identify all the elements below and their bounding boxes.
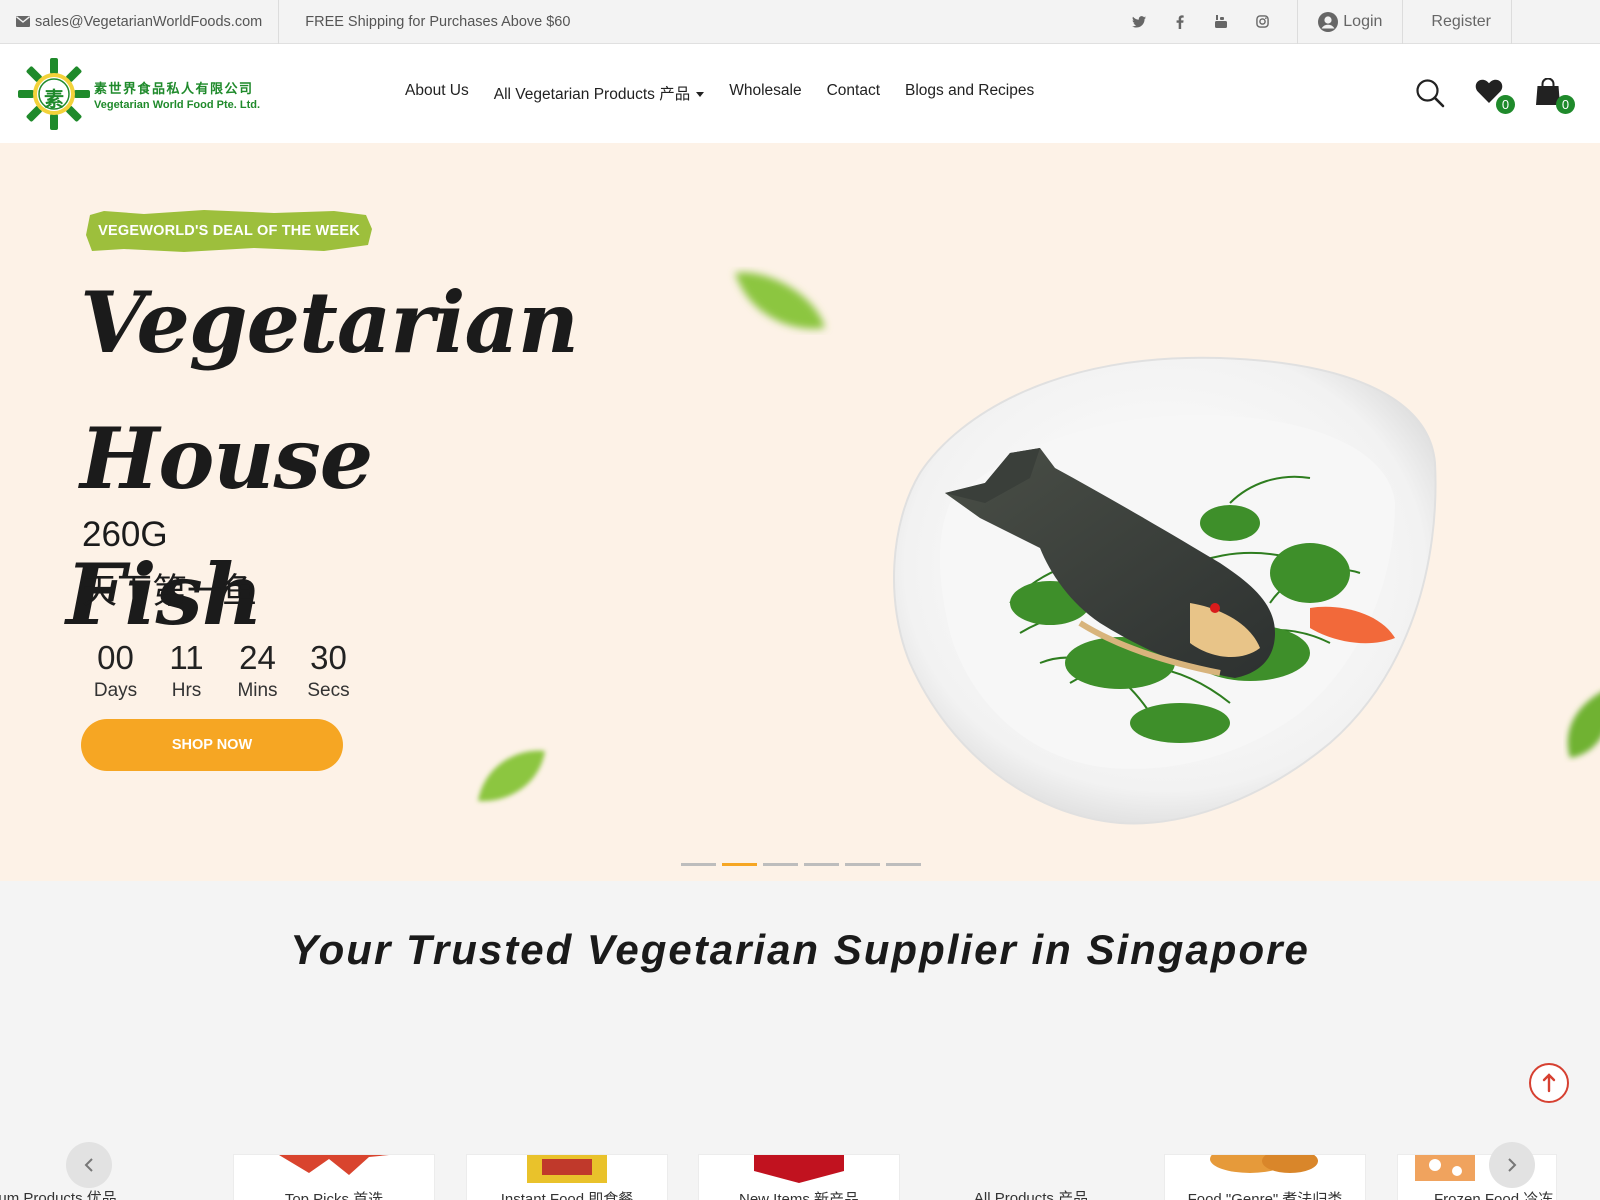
slider-pagination [681, 863, 921, 866]
twitter-icon[interactable] [1130, 13, 1148, 31]
countdown-label: Mins [237, 680, 278, 701]
section-heading: Your Trusted Vegetarian Supplier in Sing… [290, 926, 1310, 973]
facebook-icon[interactable] [1171, 13, 1189, 31]
category-card[interactable]: Top Picks 首选 [233, 1154, 435, 1200]
arrow-up-icon [1542, 1073, 1556, 1093]
slider-dot-4[interactable] [804, 863, 839, 866]
category-thumbnail [1415, 1155, 1476, 1181]
caret-down-icon [696, 92, 705, 98]
category-thumbnail [527, 1155, 607, 1183]
countdown-hours: 11 Hrs [151, 639, 222, 702]
slider-dot-6[interactable] [886, 863, 921, 866]
category-label[interactable]: New Items 新产品 [699, 1188, 899, 1200]
category-label[interactable]: All Products 产品 [930, 1187, 1132, 1200]
countdown-label: Days [93, 680, 138, 701]
leaf-decoration [478, 750, 545, 802]
slider-dot-1[interactable] [681, 863, 716, 866]
register-link[interactable]: Register [1403, 0, 1512, 44]
category-card[interactable]: Instant Food 即食餐 [466, 1154, 668, 1200]
category-label[interactable]: Premium Products 优品 [0, 1187, 139, 1200]
product-weight: 260G [82, 515, 168, 554]
nav-all-products-label[interactable]: All Vegetarian Products 产品 [494, 86, 690, 103]
countdown-label: Hrs [171, 680, 202, 701]
slider-dot-3[interactable] [763, 863, 798, 866]
countdown-label: Secs [307, 680, 350, 701]
category-thumbnail [279, 1155, 389, 1175]
wishlist-button[interactable]: 0 [1475, 78, 1515, 114]
category-thumbnail [1210, 1155, 1318, 1173]
instagram-icon[interactable] [1253, 13, 1271, 31]
countdown-value: 24 [239, 639, 276, 676]
leaf-decoration [735, 272, 825, 329]
category-card[interactable]: New Items 新产品 [698, 1154, 900, 1200]
category-label[interactable]: Frozen Food 冷冻 [1398, 1188, 1556, 1200]
deal-countdown: 00 Days 11 Hrs 24 Mins 30 Secs [80, 639, 364, 702]
category-label[interactable]: Top Picks 首选 [234, 1188, 434, 1200]
slider-dot-2[interactable] [722, 863, 757, 866]
category-label[interactable]: Instant Food 即食餐 [467, 1188, 667, 1200]
wishlist-count-badge: 0 [1496, 95, 1515, 114]
slider-dot-5[interactable] [845, 863, 880, 866]
carousel-next-button[interactable] [1489, 1142, 1535, 1188]
deal-of-week-tag: VEGEWORLD'S DEAL OF THE WEEK [84, 209, 374, 253]
cart-count-badge: 0 [1556, 95, 1575, 114]
chevron-left-icon [84, 1158, 93, 1172]
email-text[interactable]: sales@VegetarianWorldFoods.com [35, 14, 262, 30]
hero-slider: VEGEWORLD'S DEAL OF THE WEEK Vegetarian … [0, 143, 1600, 881]
youtube-icon[interactable] [1212, 13, 1230, 31]
shop-now-button[interactable]: SHOP NOW [81, 719, 343, 771]
search-button[interactable] [1415, 78, 1445, 108]
leaf-decoration [1567, 692, 1600, 758]
countdown-value: 11 [169, 639, 204, 676]
deal-tag-label: VEGEWORLD'S DEAL OF THE WEEK [98, 223, 360, 239]
countdown-seconds: 30 Secs [293, 639, 364, 702]
category-label[interactable]: Food "Genre" 煮法归类 [1165, 1188, 1365, 1200]
carousel-prev-button[interactable] [66, 1142, 112, 1188]
user-icon [1318, 11, 1339, 32]
scroll-to-top-button[interactable] [1529, 1063, 1569, 1103]
nav-wholesale[interactable]: Wholesale [729, 82, 801, 104]
main-nav: About Us All Vegetarian Products 产品 Whol… [405, 82, 1034, 104]
countdown-days: 00 Days [80, 639, 151, 702]
nav-all-products[interactable]: All Vegetarian Products 产品 [494, 82, 705, 104]
shipping-notice: FREE Shipping for Purchases Above $60 [305, 13, 571, 30]
login-label[interactable]: Login [1343, 13, 1382, 31]
category-carousel: Premium Products 优品 Top Picks 首选 Instant… [0, 1152, 1600, 1200]
category-thumbnail [754, 1155, 844, 1183]
countdown-value: 30 [310, 639, 347, 676]
category-card[interactable]: All Products 产品 [930, 1154, 1132, 1200]
main-header: 素 素世界食品私人有限公司 Vegetarian World Food Pte.… [0, 44, 1600, 143]
login-link[interactable]: Login [1297, 0, 1404, 44]
logo-english-name: Vegetarian World Food Pte. Ltd. [94, 98, 261, 111]
social-links [1130, 13, 1297, 31]
logo-mark-text: 素 [44, 89, 64, 111]
nav-blogs-recipes[interactable]: Blogs and Recipes [905, 82, 1034, 104]
countdown-value: 00 [97, 639, 134, 676]
search-icon [1416, 79, 1445, 108]
site-logo[interactable]: 素 素世界食品私人有限公司 Vegetarian World Food Pte.… [18, 58, 260, 130]
product-image-fish-plate[interactable] [890, 303, 1460, 863]
envelope-icon [16, 16, 30, 27]
product-chinese-name: 天下第一鱼 [82, 572, 258, 612]
nav-contact[interactable]: Contact [827, 82, 880, 104]
countdown-minutes: 24 Mins [222, 639, 293, 702]
top-bar: sales@VegetarianWorldFoods.com FREE Ship… [0, 0, 1600, 44]
cart-button[interactable]: 0 [1535, 77, 1575, 114]
hero-title-line1: Vegetarian House [80, 273, 579, 508]
chevron-right-icon [1508, 1158, 1517, 1172]
category-card[interactable]: Food "Genre" 煮法归类 [1164, 1154, 1366, 1200]
email-contact[interactable]: sales@VegetarianWorldFoods.com [0, 0, 280, 44]
logo-chinese-name: 素世界食品私人有限公司 [94, 80, 254, 96]
nav-about-us[interactable]: About Us [405, 82, 469, 104]
